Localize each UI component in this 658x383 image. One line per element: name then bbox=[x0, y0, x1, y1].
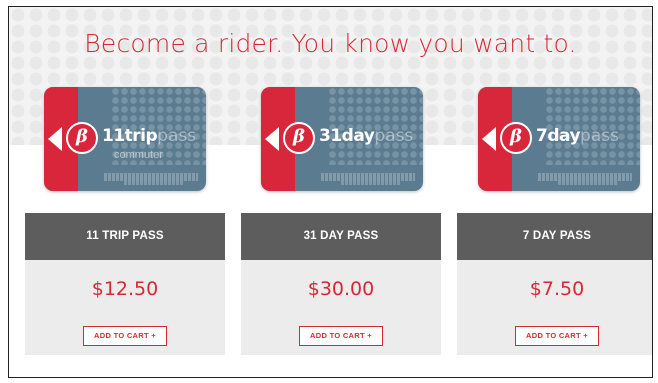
card-pass-subtitle: commuter bbox=[114, 149, 163, 161]
product-panel-31-day: 31 DAY PASS $30.00 ADD TO CART + bbox=[241, 213, 441, 355]
pass-card-image-31-day[interactable]: β 31daypass bbox=[261, 87, 423, 191]
beta-logo-icon: β bbox=[283, 122, 315, 154]
product-panel-11-trip: 11 TRIP PASS $12.50 ADD TO CART + bbox=[25, 213, 225, 355]
pass-card-image-7-day[interactable]: β 7daypass bbox=[478, 87, 640, 191]
beta-logo-icon: β bbox=[500, 122, 532, 154]
beta-logo-icon: β bbox=[66, 122, 98, 154]
page-frame: Become a rider. You know you want to. β … bbox=[8, 6, 653, 378]
add-to-cart-button[interactable]: ADD TO CART + bbox=[83, 326, 167, 346]
product-price: $7.50 bbox=[529, 278, 585, 300]
pass-card-image-11-trip[interactable]: β 11trippass commuter bbox=[44, 87, 206, 191]
add-to-cart-button[interactable]: ADD TO CART + bbox=[515, 326, 599, 346]
card-pass-name: 7daypass bbox=[536, 126, 619, 146]
product-price: $12.50 bbox=[91, 278, 159, 300]
add-to-cart-button[interactable]: ADD TO CART + bbox=[299, 326, 383, 346]
product-title: 11 TRIP PASS bbox=[25, 213, 225, 260]
product-title: 31 DAY PASS bbox=[241, 213, 441, 260]
page-headline: Become a rider. You know you want to. bbox=[84, 29, 577, 58]
card-pass-name: 11trippass bbox=[102, 126, 197, 146]
card-pass-name: 31daypass bbox=[319, 126, 414, 146]
product-price: $30.00 bbox=[307, 278, 375, 300]
product-title: 7 DAY PASS bbox=[457, 213, 652, 260]
product-panel-7-day: 7 DAY PASS $7.50 ADD TO CART + bbox=[457, 213, 652, 355]
